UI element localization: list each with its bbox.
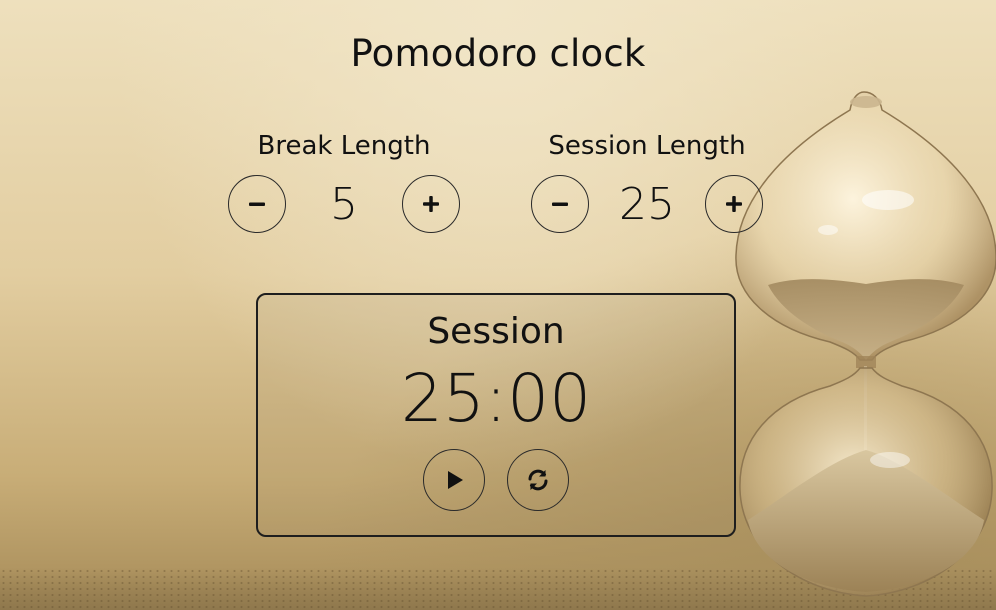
reset-button[interactable] xyxy=(507,449,569,511)
app-title: Pomodoro clock xyxy=(350,32,646,75)
session-length-label: Session Length xyxy=(548,131,746,161)
session-length-row: 25 xyxy=(527,175,767,233)
session-length-control: Session Length 25 xyxy=(527,129,767,233)
timer-label: Session xyxy=(427,311,565,352)
break-length-row: 5 xyxy=(224,175,464,233)
play-icon xyxy=(448,471,463,489)
break-increment-button[interactable] xyxy=(402,175,460,233)
hourglass-image xyxy=(735,91,996,597)
refresh-icon xyxy=(528,469,548,491)
minus-icon xyxy=(249,202,265,206)
timer-controls xyxy=(258,449,734,511)
session-length-value: 25 xyxy=(619,178,675,230)
break-length-value: 5 xyxy=(330,178,358,230)
break-decrement-button[interactable] xyxy=(228,175,286,233)
plus-icon xyxy=(423,196,439,212)
break-length-control: Break Length 5 xyxy=(224,129,464,233)
plus-icon xyxy=(726,196,742,212)
break-length-label: Break Length xyxy=(257,131,431,161)
start-stop-button[interactable] xyxy=(423,449,485,511)
session-increment-button[interactable] xyxy=(705,175,763,233)
timer-panel: Session 25:00 xyxy=(256,293,736,537)
timer-display: 25:00 xyxy=(400,360,592,437)
minus-icon xyxy=(552,202,568,206)
session-decrement-button[interactable] xyxy=(531,175,589,233)
